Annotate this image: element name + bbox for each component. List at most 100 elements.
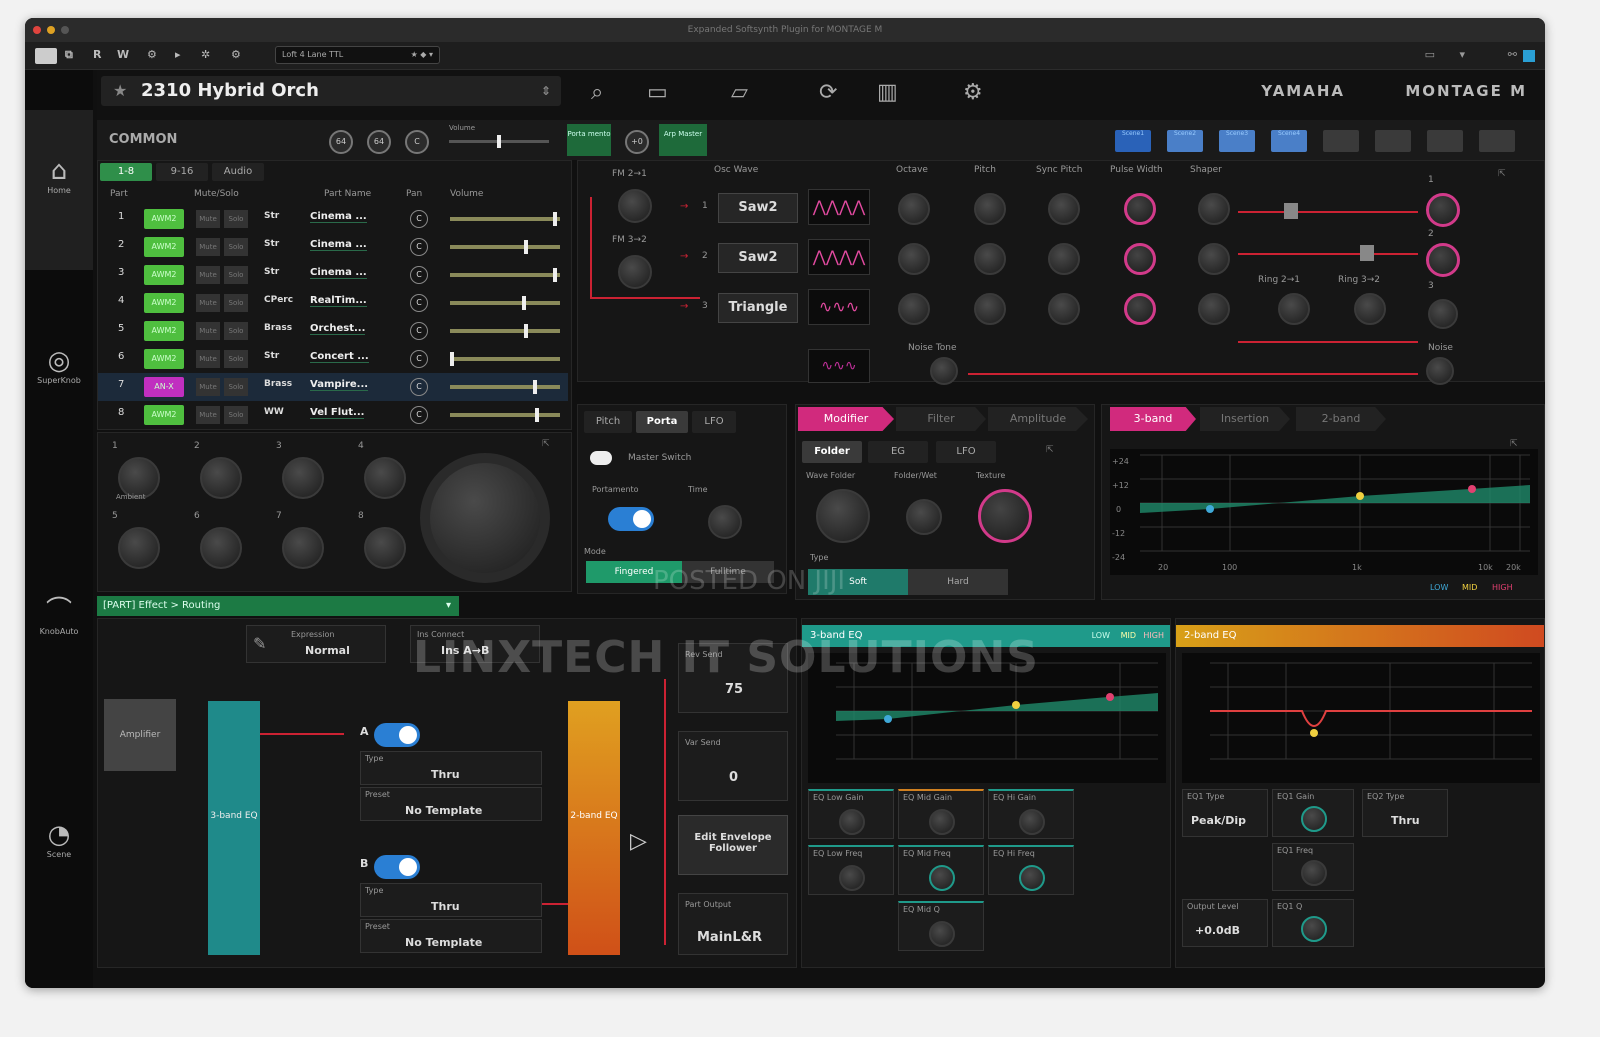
amplifier-block[interactable]: Amplifier [104,699,176,771]
part-name[interactable]: Vel Flut... [310,407,365,419]
osc2-octave-knob[interactable] [898,243,930,275]
expression-selector[interactable]: ✎ Expression Normal [246,625,386,663]
sidebar-item-knobauto[interactable]: ⌒ KnobAuto [25,570,93,710]
tab-2-band[interactable]: 2-band [1296,407,1386,431]
part-type-badge[interactable]: AWM2 [144,349,184,369]
type-hard-button[interactable]: Hard [908,569,1008,595]
expand-icon[interactable]: ⇱ [1510,439,1518,449]
solo-button[interactable]: Solo [224,322,248,340]
minimize-window-button[interactable] [47,26,55,34]
common-volume-knob[interactable]: 64 [367,130,391,154]
tab-pitch[interactable]: Pitch [584,411,632,433]
eq3-param-cell[interactable]: EQ Low Freq [808,845,894,895]
eq3-param-knob[interactable] [839,865,865,891]
portamento-toggle[interactable] [608,507,654,531]
assign-knob-7[interactable] [282,527,324,569]
sidebar-item-superknob[interactable]: ◎ SuperKnob [25,310,93,450]
preset-name-field[interactable]: ★ 2310 Hybrid Orch ⇕ [101,76,561,106]
part-name[interactable]: Cinema ... [310,211,367,223]
part-volume-slider[interactable] [450,217,560,221]
mute-button[interactable]: Mute [196,294,220,312]
mute-button[interactable]: Mute [196,350,220,368]
assign-knob-3[interactable] [282,457,324,499]
settings-icon[interactable]: ⚙ [147,48,157,61]
compare-icon[interactable]: ⧉ [65,48,73,62]
common-volume-slider[interactable] [449,135,549,148]
fm-3-2-knob[interactable] [618,255,652,289]
eq1-q-knob[interactable] [1301,916,1327,942]
part-volume-slider[interactable] [450,301,560,305]
eq1-type-selector[interactable]: EQ1 Type Peak/Dip [1182,789,1268,837]
osc3-shaper-knob[interactable] [1198,293,1230,325]
solo-button[interactable]: Solo [224,238,248,256]
expand-icon[interactable]: ⇱ [542,439,550,449]
laptop-icon[interactable]: ▭ [647,80,668,105]
eq3-param-cell[interactable]: EQ Hi Gain [988,789,1074,839]
part-volume-thumb[interactable] [553,268,557,282]
eq1-gain-knob[interactable] [1301,806,1327,832]
eq1-freq-knob-cell[interactable]: EQ1 Freq [1272,843,1354,891]
insertion-b-preset[interactable]: Preset No Template [360,919,542,953]
portamento-switch[interactable]: Porta mento [567,124,611,156]
var-send-field[interactable]: Var Send 0 [678,731,788,801]
part-name[interactable]: Vampire... [310,379,369,391]
2-band-eq-graph[interactable] [1182,653,1540,783]
scene-button-3[interactable]: Scene3 [1219,130,1255,152]
solo-button[interactable]: Solo [224,378,248,396]
edit-envelope-follower-button[interactable]: Edit Envelope Follower [678,815,788,875]
osc3-pulse-width-knob[interactable] [1124,293,1156,325]
part-pan-knob[interactable]: C [410,238,428,256]
assign-knob-6[interactable] [200,527,242,569]
part-volume-slider[interactable] [450,329,560,333]
portamento-knob[interactable]: +0 [625,130,649,154]
part-pan-knob[interactable]: C [410,406,428,424]
scene-button-8[interactable] [1479,130,1515,152]
part-type-badge[interactable]: AWM2 [144,405,184,425]
solo-button[interactable]: Solo [224,266,248,284]
insertion-a-toggle[interactable] [374,723,420,747]
assign-knob-4[interactable] [364,457,406,499]
wave-folder-knob[interactable] [816,489,870,543]
folder-wet-knob[interactable] [906,499,942,535]
part-pan-knob[interactable]: C [410,294,428,312]
eq3-param-knob[interactable] [839,809,865,835]
fm-2-1-knob[interactable] [618,189,652,223]
tab-modifier[interactable]: Modifier [798,407,894,431]
solo-button[interactable]: Solo [224,406,248,424]
scene-button-1[interactable]: Scene1 [1115,130,1151,152]
ring-3-2-knob[interactable] [1354,293,1386,325]
osc3-sync-pitch-knob[interactable] [1048,293,1080,325]
expand-icon[interactable]: ⇱ [1498,169,1506,179]
tab-lfo[interactable]: LFO [692,411,736,433]
osc-wave-selector[interactable]: Saw2 [718,243,798,273]
osc1-pitch-knob[interactable] [974,193,1006,225]
write-button[interactable]: W [117,48,129,61]
part-pan-knob[interactable]: C [410,322,428,340]
osc2-level-knob[interactable] [1426,243,1460,277]
scene-button-2[interactable]: Scene2 [1167,130,1203,152]
folder-icon[interactable]: ▱ [731,80,748,105]
insertion-b-toggle[interactable] [374,855,420,879]
osc3-octave-knob[interactable] [898,293,930,325]
noise-level-knob[interactable] [1426,357,1454,385]
assign-knob-2[interactable] [200,457,242,499]
part-row[interactable]: 6 AWM2 Mute Solo Str Concert ... C [98,345,568,373]
part-type-badge[interactable]: AWM2 [144,237,184,257]
common-pan-knob-2[interactable]: C [405,130,429,154]
part-name[interactable]: Cinema ... [310,239,367,251]
part-pan-knob[interactable]: C [410,210,428,228]
solo-button[interactable]: Solo [224,210,248,228]
mute-button[interactable]: Mute [196,266,220,284]
tab-folder[interactable]: Folder [802,441,862,463]
mute-button[interactable]: Mute [196,210,220,228]
part-row[interactable]: 3 AWM2 Mute Solo Str Cinema ... C [98,261,568,289]
part-row[interactable]: 8 AWM2 Mute Solo WW Vel Flut... C [98,401,568,429]
eq3-param-knob[interactable] [929,865,955,891]
insertion-a-preset[interactable]: Preset No Template [360,787,542,821]
power-icon[interactable] [35,48,57,64]
scene-button-6[interactable] [1375,130,1411,152]
tab-mod-lfo[interactable]: LFO [936,441,996,463]
gear-icon[interactable]: ⚙ [231,48,241,61]
part-volume-thumb[interactable] [524,240,528,254]
part-name[interactable]: RealTim... [310,295,367,307]
